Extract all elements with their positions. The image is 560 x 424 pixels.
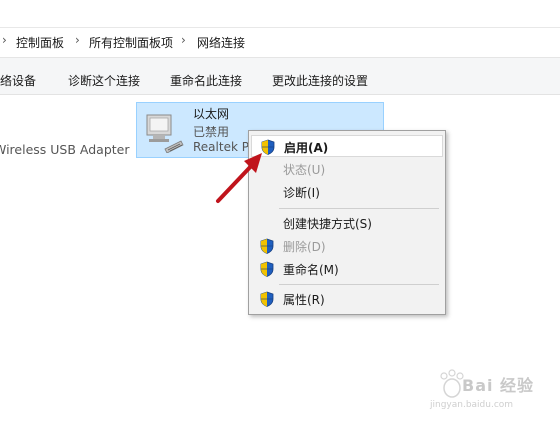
breadcrumb-separator: › [2,33,7,47]
address-bar[interactable]: › 控制面板 › 所有控制面板项 › 网络连接 [0,28,560,58]
breadcrumb-separator: › [181,33,186,47]
menu-item-create-shortcut[interactable]: 创建快捷方式(S) [251,212,443,234]
shield-icon [260,238,274,254]
menu-item-diagnose[interactable]: 诊断(I) [251,181,443,203]
menu-item-enable[interactable]: 启用(A) [251,135,443,157]
toolbar-rename-button[interactable]: 重命名此连接 [170,72,242,89]
watermark-url: jingyan.baidu.com [430,400,514,410]
watermark-brand: Bai 经验 [462,376,535,395]
adapter-name: 以太网 [193,107,230,121]
window-top-strip [0,0,560,28]
breadcrumb-separator: › [75,33,80,47]
context-menu: 启用(A) 状态(U) 诊断(I) 创建快捷方式(S) 删除(D) 重命名(M) [248,130,446,315]
toolbar-change-settings-button[interactable]: 更改此连接的设置 [272,72,368,89]
menu-item-status[interactable]: 状态(U) [251,158,443,180]
menu-item-rename[interactable]: 重命名(M) [251,258,443,280]
menu-separator [279,284,439,285]
toolbar-network-device-button[interactable]: 络设备 [0,72,36,89]
menu-item-label: 创建快捷方式(S) [283,217,372,231]
breadcrumb-all-control-panel-items[interactable]: 所有控制面板项 [89,34,173,51]
network-adapter-icon [146,114,184,153]
menu-item-label: 诊断(I) [283,186,320,200]
menu-item-properties[interactable]: 属性(R) [251,288,443,310]
adapter-status: 已禁用 [193,125,230,139]
menu-separator [279,208,439,209]
menu-item-label: 启用(A) [284,141,329,155]
wireless-adapter-label[interactable]: Wireless USB Adapter [0,142,130,157]
command-bar: 络设备 诊断这个连接 重命名此连接 更改此连接的设置 [0,58,560,95]
red-pointer-arrow-icon [216,153,262,203]
breadcrumb-control-panel[interactable]: 控制面板 [16,34,64,51]
breadcrumb-network-connections[interactable]: 网络连接 [197,34,245,51]
menu-item-label: 重命名(M) [283,263,339,277]
shield-icon [260,291,274,307]
menu-item-label: 状态(U) [283,163,326,177]
menu-item-label: 删除(D) [283,240,326,254]
toolbar-diagnose-button[interactable]: 诊断这个连接 [68,72,140,89]
menu-item-delete[interactable]: 删除(D) [251,235,443,257]
menu-item-label: 属性(R) [283,293,325,307]
shield-icon [260,261,274,277]
